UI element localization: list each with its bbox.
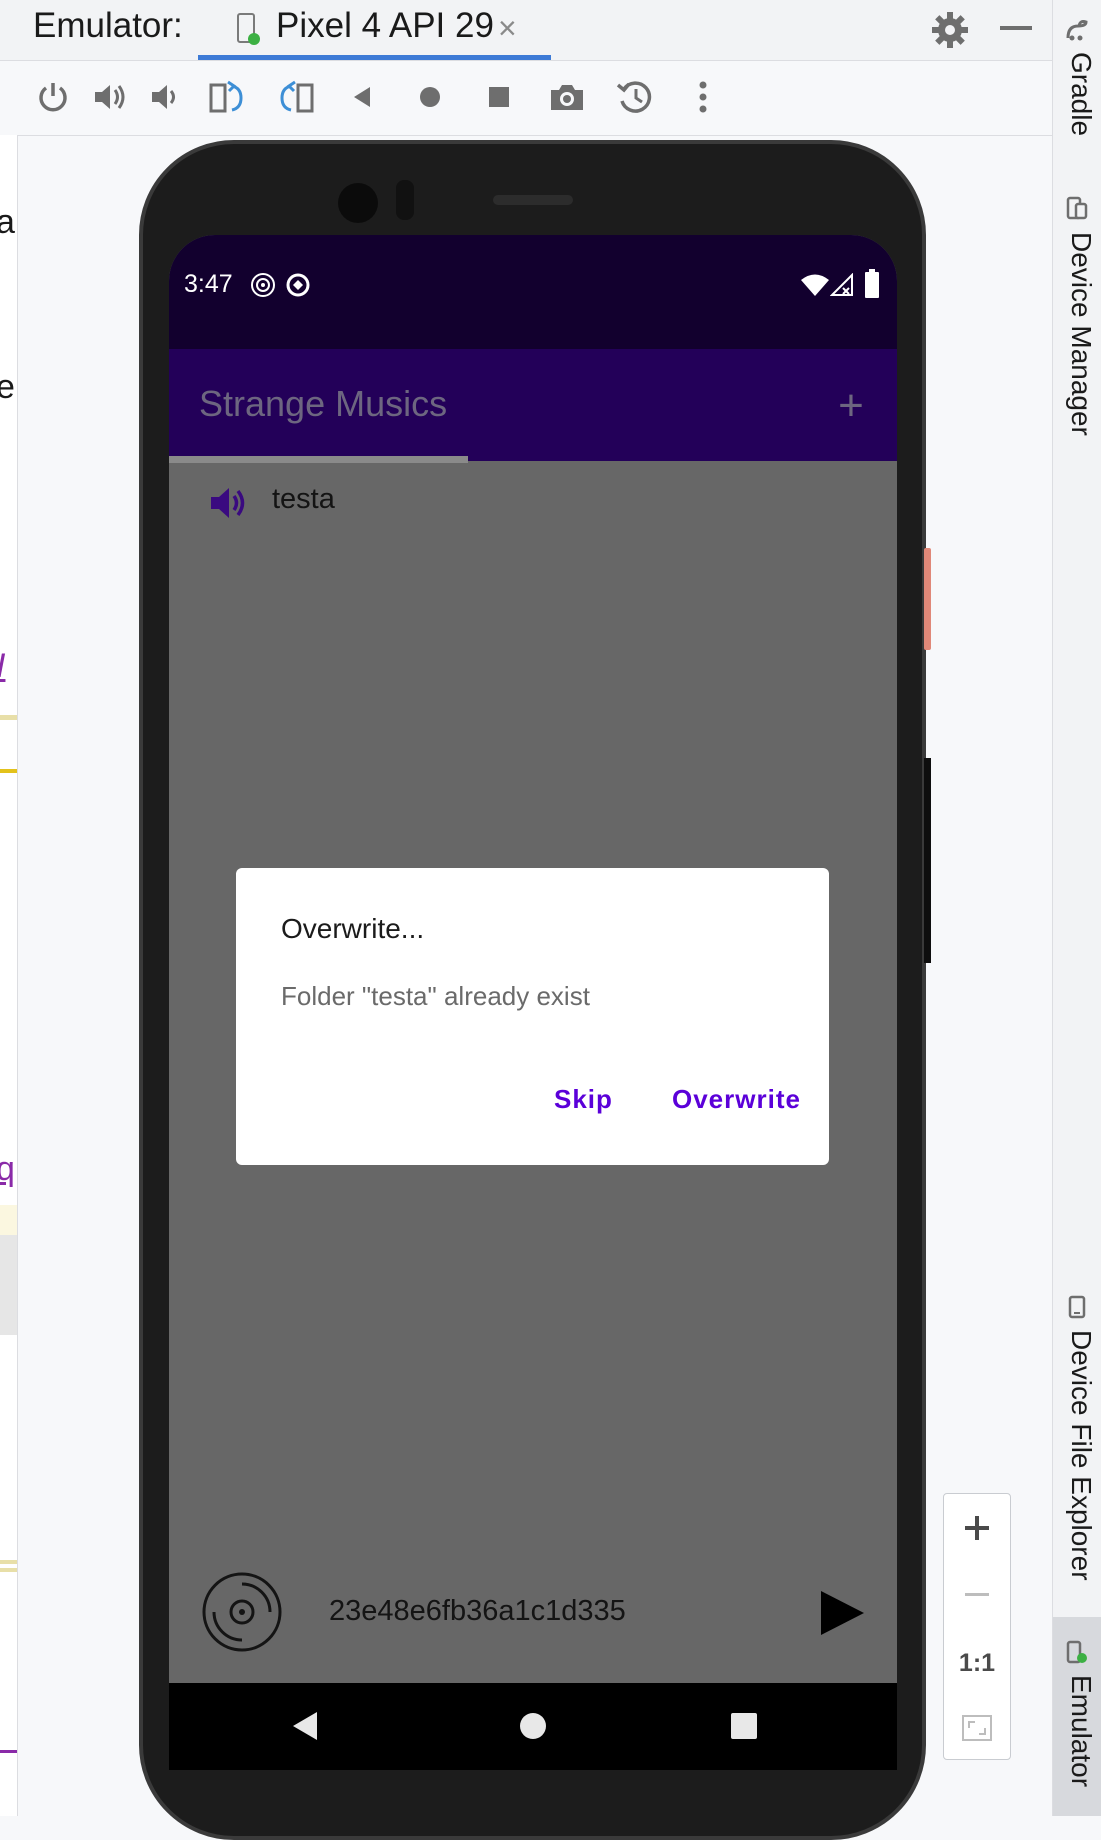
power-icon[interactable] xyxy=(31,75,75,119)
snapshot-icon[interactable] xyxy=(613,75,657,119)
speaker-icon xyxy=(211,488,245,518)
camera-icon[interactable] xyxy=(545,75,589,119)
zoom-fit-icon[interactable] xyxy=(944,1698,1010,1758)
volume-side-button[interactable] xyxy=(924,758,931,963)
overview-icon[interactable] xyxy=(477,75,521,119)
tool-device-file-explorer[interactable]: Device File Explorer xyxy=(1065,1330,1097,1581)
device-tab-label: Pixel 4 API 29 xyxy=(276,6,494,45)
device-tab[interactable]: Pixel 4 API 29 × xyxy=(198,0,551,60)
nav-bar xyxy=(169,1683,897,1770)
editor-highlight xyxy=(0,715,17,720)
track-name: 23e48e6fb36a1c1d335 xyxy=(329,1595,626,1627)
signal-icon xyxy=(830,273,853,296)
media-disc-icon xyxy=(251,273,275,297)
tool-emulator[interactable]: Emulator xyxy=(1065,1675,1097,1787)
active-tab-underline xyxy=(198,55,551,60)
play-icon[interactable] xyxy=(817,1588,867,1638)
volume-up-icon[interactable] xyxy=(88,75,132,119)
device-manager-icon xyxy=(1066,196,1088,220)
zoom-out-icon[interactable] xyxy=(944,1565,1010,1625)
zoom-actual-size-label: 1:1 xyxy=(958,1648,996,1677)
home-icon[interactable] xyxy=(408,75,452,119)
power-side-button[interactable] xyxy=(924,548,931,650)
dialog-title: Overwrite... xyxy=(281,913,425,944)
close-icon[interactable]: × xyxy=(498,10,517,47)
overwrite-dialog: Overwrite... Folder "testa" already exis… xyxy=(236,868,829,1165)
emulator-icon xyxy=(1066,1640,1087,1664)
status-bar: 3:47 xyxy=(169,235,897,349)
editor-glyph: I xyxy=(0,647,5,686)
tool-window-title: Emulator: xyxy=(33,6,183,45)
skip-button[interactable]: Skip xyxy=(554,1084,613,1115)
battery-icon xyxy=(865,269,879,298)
editor-glyph: a xyxy=(0,203,15,242)
device-icon xyxy=(237,13,260,45)
list-item[interactable]: testa xyxy=(209,475,849,535)
back-icon[interactable] xyxy=(340,75,384,119)
tool-gradle[interactable]: Gradle xyxy=(1065,52,1097,136)
front-camera xyxy=(338,183,378,223)
sensor xyxy=(396,180,414,220)
editor-highlight xyxy=(0,1235,17,1335)
editor-edge: a e I q xyxy=(0,135,18,1816)
tab-indicator xyxy=(169,456,468,463)
emulator-titlebar: Emulator: Pixel 4 API 29 × xyxy=(0,0,1052,61)
disc-icon[interactable] xyxy=(202,1572,282,1652)
editor-glyph: q xyxy=(0,1150,15,1189)
zoom-actual-size[interactable]: 1:1 xyxy=(944,1633,1010,1693)
app-title: Strange Musics xyxy=(199,383,448,424)
right-tool-bar: Gradle Device Manager Device File Explor… xyxy=(1052,0,1101,1816)
tool-device-manager[interactable]: Device Manager xyxy=(1065,232,1097,436)
rotate-left-icon[interactable] xyxy=(205,75,249,119)
add-button[interactable]: + xyxy=(827,378,875,434)
rotate-right-icon[interactable] xyxy=(274,75,318,119)
zoom-controls: 1:1 xyxy=(943,1493,1011,1760)
editor-highlight xyxy=(0,1205,17,1235)
editor-highlight xyxy=(0,769,17,773)
nav-overview-icon[interactable] xyxy=(724,1706,764,1746)
editor-highlight xyxy=(0,1750,17,1753)
volume-down-icon[interactable] xyxy=(143,75,187,119)
earpiece-speaker xyxy=(493,195,573,205)
dialog-message: Folder "testa" already exist xyxy=(281,981,590,1011)
status-time: 3:47 xyxy=(184,270,233,298)
minimize-icon[interactable] xyxy=(1000,26,1032,30)
gear-icon[interactable] xyxy=(930,10,970,50)
zoom-in-icon[interactable] xyxy=(944,1498,1010,1558)
editor-highlight xyxy=(0,1568,17,1572)
list-item-label: testa xyxy=(272,483,335,515)
gradle-icon xyxy=(1066,20,1088,41)
phone-screen: 3:47 Strange Musics + testa Overwrite...… xyxy=(169,235,897,1770)
wifi-icon xyxy=(801,274,829,296)
editor-highlight xyxy=(0,1560,17,1564)
nav-back-icon[interactable] xyxy=(285,1706,325,1746)
player-bar: 23e48e6fb36a1c1d335 xyxy=(169,1545,897,1695)
emulator-toolbar xyxy=(0,61,1052,136)
more-icon[interactable] xyxy=(681,75,725,119)
device-file-icon xyxy=(1068,1295,1086,1319)
editor-glyph: e xyxy=(0,368,15,407)
overwrite-button[interactable]: Overwrite xyxy=(672,1084,801,1115)
nav-home-icon[interactable] xyxy=(513,1706,553,1746)
sync-icon xyxy=(286,273,310,297)
